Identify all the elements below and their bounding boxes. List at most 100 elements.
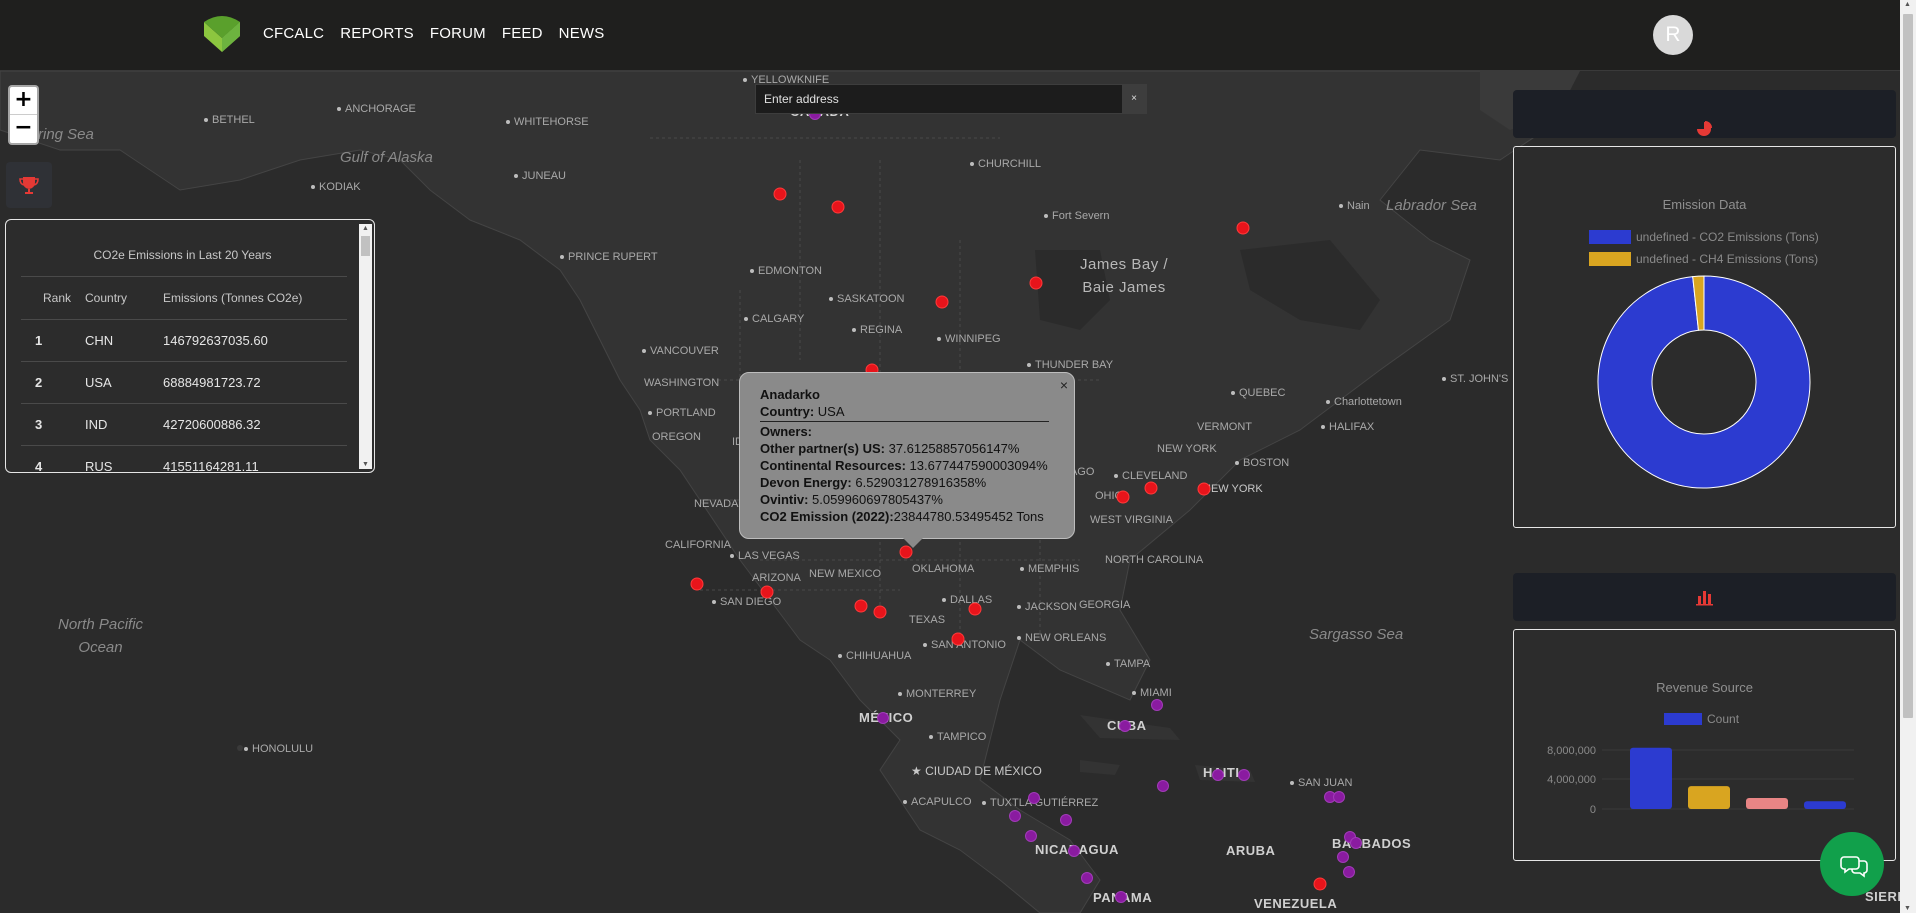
bar-3[interactable] — [1804, 801, 1846, 809]
scroll-down-arrow-icon[interactable]: ▼ — [1904, 905, 1911, 912]
clear-search-button[interactable]: × — [1122, 85, 1146, 113]
bar-2[interactable] — [1746, 797, 1788, 809]
site-marker[interactable] — [1313, 877, 1327, 891]
bar-1[interactable] — [1688, 786, 1730, 809]
page-scrollbar[interactable]: ▲ ▼ — [1900, 0, 1916, 913]
nav-news[interactable]: NEWS — [559, 25, 605, 42]
site-marker-purple[interactable] — [1025, 830, 1037, 842]
emission-value: 23844780.53495452 Tons — [893, 509, 1044, 524]
label-tampa: TAMPA — [1106, 658, 1150, 670]
owner-name: Other partner(s) US: — [760, 441, 885, 456]
cell-rank: 1 — [21, 319, 85, 362]
popup-close-button[interactable]: × — [1060, 377, 1068, 394]
site-marker[interactable] — [935, 295, 949, 309]
label-ciudad-de-mexico-text: CIUDAD DE MÉXICO — [925, 764, 1042, 778]
label-labrador-sea: Labrador Sea — [1386, 197, 1477, 214]
revenue-bar-chart[interactable]: 8,000,000 4,000,000 0 — [1514, 630, 1895, 860]
ranking-title: CO2e Emissions in Last 20 Years — [93, 248, 272, 262]
site-marker[interactable] — [690, 577, 704, 591]
label-new-mexico: NEW MEXICO — [809, 568, 882, 580]
label-california: CALIFORNIA — [665, 539, 732, 551]
label-edmonton: EDMONTON — [750, 265, 822, 277]
site-marker-purple[interactable] — [1350, 837, 1362, 849]
site-marker-purple[interactable] — [1337, 851, 1349, 863]
nav-reports[interactable]: REPORTS — [340, 25, 414, 42]
ranking-scroll-thumb[interactable] — [361, 236, 370, 256]
site-marker[interactable] — [1197, 482, 1211, 496]
site-marker-purple[interactable] — [1238, 769, 1250, 781]
revenue-panel-header[interactable] — [1513, 573, 1896, 621]
nav-forum[interactable]: FORUM — [430, 25, 486, 42]
popup-owners-label: Owners: — [760, 423, 1054, 440]
site-marker-purple[interactable] — [1081, 872, 1093, 884]
cell-country: USA — [85, 361, 163, 404]
scroll-up-arrow-icon[interactable]: ▲ — [362, 225, 369, 232]
chat-button[interactable] — [1820, 832, 1884, 896]
site-marker[interactable] — [873, 605, 887, 619]
site-marker[interactable] — [968, 602, 982, 616]
label-jackson: JACKSON — [1017, 601, 1077, 613]
leaderboard-toggle-button[interactable] — [6, 162, 52, 208]
site-marker-purple[interactable] — [1009, 810, 1021, 822]
emission-donut-chart[interactable] — [1514, 147, 1895, 527]
zoom-out-button[interactable]: − — [10, 115, 37, 143]
site-marker[interactable] — [760, 585, 774, 599]
emission-panel-header[interactable] — [1513, 90, 1896, 138]
label-st-johns: ST. JOHN'S — [1442, 373, 1508, 385]
label-washington: WASHINGTON — [644, 377, 720, 389]
site-marker-purple[interactable] — [1115, 891, 1127, 903]
label-vancouver: VANCOUVER — [642, 345, 719, 357]
label-dallas: DALLAS — [942, 594, 992, 606]
nav-feed[interactable]: FEED — [502, 25, 543, 42]
label-charlottetown: Charlottetown — [1326, 396, 1402, 408]
cell-country: IND — [85, 403, 163, 446]
site-marker-purple[interactable] — [1028, 792, 1040, 804]
site-marker[interactable] — [773, 187, 787, 201]
nav-cfcalc[interactable]: CFCALC — [263, 25, 324, 42]
site-marker-purple[interactable] — [1060, 814, 1072, 826]
label-sargasso-sea: Sargasso Sea — [1309, 626, 1404, 643]
scroll-down-arrow-icon[interactable]: ▼ — [362, 461, 369, 468]
y-tick-label: 4,000,000 — [1547, 774, 1596, 786]
site-marker[interactable] — [951, 632, 965, 646]
site-marker[interactable] — [1144, 481, 1158, 495]
site-marker[interactable] — [1236, 221, 1250, 235]
label-portland: PORTLAND — [648, 407, 716, 419]
site-marker[interactable] — [854, 599, 868, 613]
label-monterrey: MONTERREY — [898, 688, 976, 700]
site-marker-purple[interactable] — [1212, 769, 1224, 781]
site-marker-purple[interactable] — [1119, 720, 1131, 732]
leaf-logo-icon[interactable] — [204, 14, 240, 56]
zoom-in-button[interactable]: + — [10, 87, 37, 115]
emissions-ranking-panel[interactable]: CO2e Emissions in Last 20 Years Rank Cou… — [5, 219, 375, 473]
label-bethel: BETHEL — [204, 114, 255, 126]
page-scroll-thumb[interactable] — [1903, 14, 1913, 718]
site-marker-purple[interactable] — [1068, 845, 1080, 857]
zoom-control: + − — [8, 85, 39, 145]
emission-label: CO2 Emission (2022): — [760, 509, 894, 524]
address-search-input[interactable] — [760, 88, 1116, 110]
user-avatar[interactable]: R — [1653, 15, 1693, 55]
site-marker[interactable] — [831, 200, 845, 214]
site-marker[interactable] — [1029, 276, 1043, 290]
scroll-up-arrow-icon[interactable]: ▲ — [1904, 1, 1911, 8]
table-row: 4 RUS 41551164281.11 — [21, 445, 347, 472]
site-marker-purple[interactable] — [1333, 791, 1345, 803]
label-juneau: JUNEAU — [514, 170, 566, 182]
site-marker-purple[interactable] — [1157, 780, 1169, 792]
cell-country: CHN — [85, 319, 163, 362]
site-marker[interactable] — [1116, 490, 1130, 504]
cell-emissions: 42720600886.32 — [163, 403, 347, 446]
popup-country-line: Country: USA — [760, 403, 1054, 420]
cell-rank: 2 — [21, 361, 85, 404]
site-marker-purple[interactable] — [877, 712, 889, 724]
bar-0[interactable] — [1630, 747, 1672, 809]
column-header-rank: Rank — [21, 276, 85, 320]
site-marker-purple[interactable] — [1343, 866, 1355, 878]
main-nav: CFCALC REPORTS FORUM FEED NEWS — [263, 25, 604, 42]
label-arizona: ARIZONA — [752, 572, 801, 584]
label-tuxtla: TUXTLA GUTIÉRREZ — [982, 797, 1098, 809]
site-marker-purple[interactable] — [1151, 699, 1163, 711]
ranking-scrollbar[interactable]: ▲ ▼ — [359, 224, 372, 469]
pie-chart-icon — [1697, 121, 1712, 136]
